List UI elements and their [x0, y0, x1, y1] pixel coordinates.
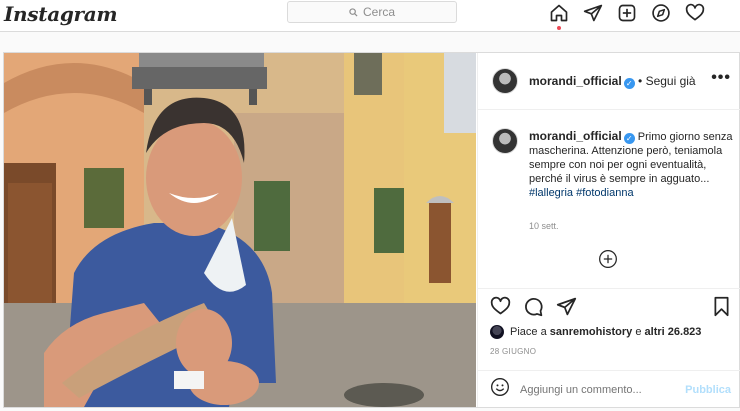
direct-icon[interactable]: [582, 2, 603, 23]
caption-time: 10 sett.: [529, 221, 559, 231]
post-actions: Piace a sanremohistory e altri 26.823 28…: [478, 288, 740, 407]
likes-prefix: Piace a: [510, 326, 547, 338]
avatar[interactable]: [492, 68, 518, 94]
author-username[interactable]: morandi_official: [529, 74, 622, 88]
notification-dot: [557, 26, 561, 30]
emoji-icon[interactable]: [490, 377, 510, 402]
caption: morandi_official ✓ Primo giorno senza mas…: [529, 129, 739, 200]
post-card: morandi_official ✓ • Segui già ••• morand…: [3, 52, 740, 408]
load-more-comments-icon[interactable]: [598, 249, 618, 269]
caption-username[interactable]: morandi_official: [529, 129, 622, 143]
more-options-icon[interactable]: •••: [711, 69, 731, 87]
verified-badge-icon: ✓: [623, 78, 635, 89]
follow-status[interactable]: • Segui già: [638, 74, 696, 88]
post-sidebar: morandi_official ✓ • Segui già ••• morand…: [477, 53, 740, 407]
share-icon[interactable]: [556, 296, 577, 322]
bookmark-icon[interactable]: [712, 296, 731, 322]
explore-icon[interactable]: [650, 2, 671, 23]
home-icon[interactable]: [548, 2, 569, 30]
likes-count[interactable]: altri 26.823: [645, 326, 702, 338]
caption-avatar[interactable]: [492, 128, 518, 154]
activity-heart-icon[interactable]: [684, 2, 705, 23]
likes-middle: e: [635, 326, 642, 338]
top-nav: Instagram Cerca: [0, 0, 740, 32]
caption-hashtags[interactable]: #lallegria #fotodianna: [529, 187, 634, 199]
likes-summary: Piace a sanremohistory e altri 26.823: [490, 325, 701, 339]
comment-input[interactable]: [520, 383, 670, 396]
instagram-logo[interactable]: Instagram: [4, 2, 118, 26]
like-heart-icon[interactable]: [490, 296, 511, 322]
search-placeholder: Cerca: [362, 5, 395, 19]
search-icon: [349, 7, 358, 17]
post-header: morandi_official ✓ • Segui già •••: [478, 53, 740, 110]
liker-username[interactable]: sanremohistory: [550, 326, 633, 338]
new-post-icon[interactable]: [616, 2, 637, 23]
liker-avatar[interactable]: [490, 325, 504, 339]
comment-icon[interactable]: [523, 296, 544, 322]
search-box[interactable]: Cerca: [287, 1, 457, 23]
post-photo[interactable]: [4, 53, 476, 407]
post-date[interactable]: 28 GIUGNO: [490, 347, 536, 356]
publish-button[interactable]: Pubblica: [685, 384, 731, 396]
comment-box: Pubblica: [478, 370, 740, 408]
verified-badge-icon: ✓: [623, 133, 635, 144]
